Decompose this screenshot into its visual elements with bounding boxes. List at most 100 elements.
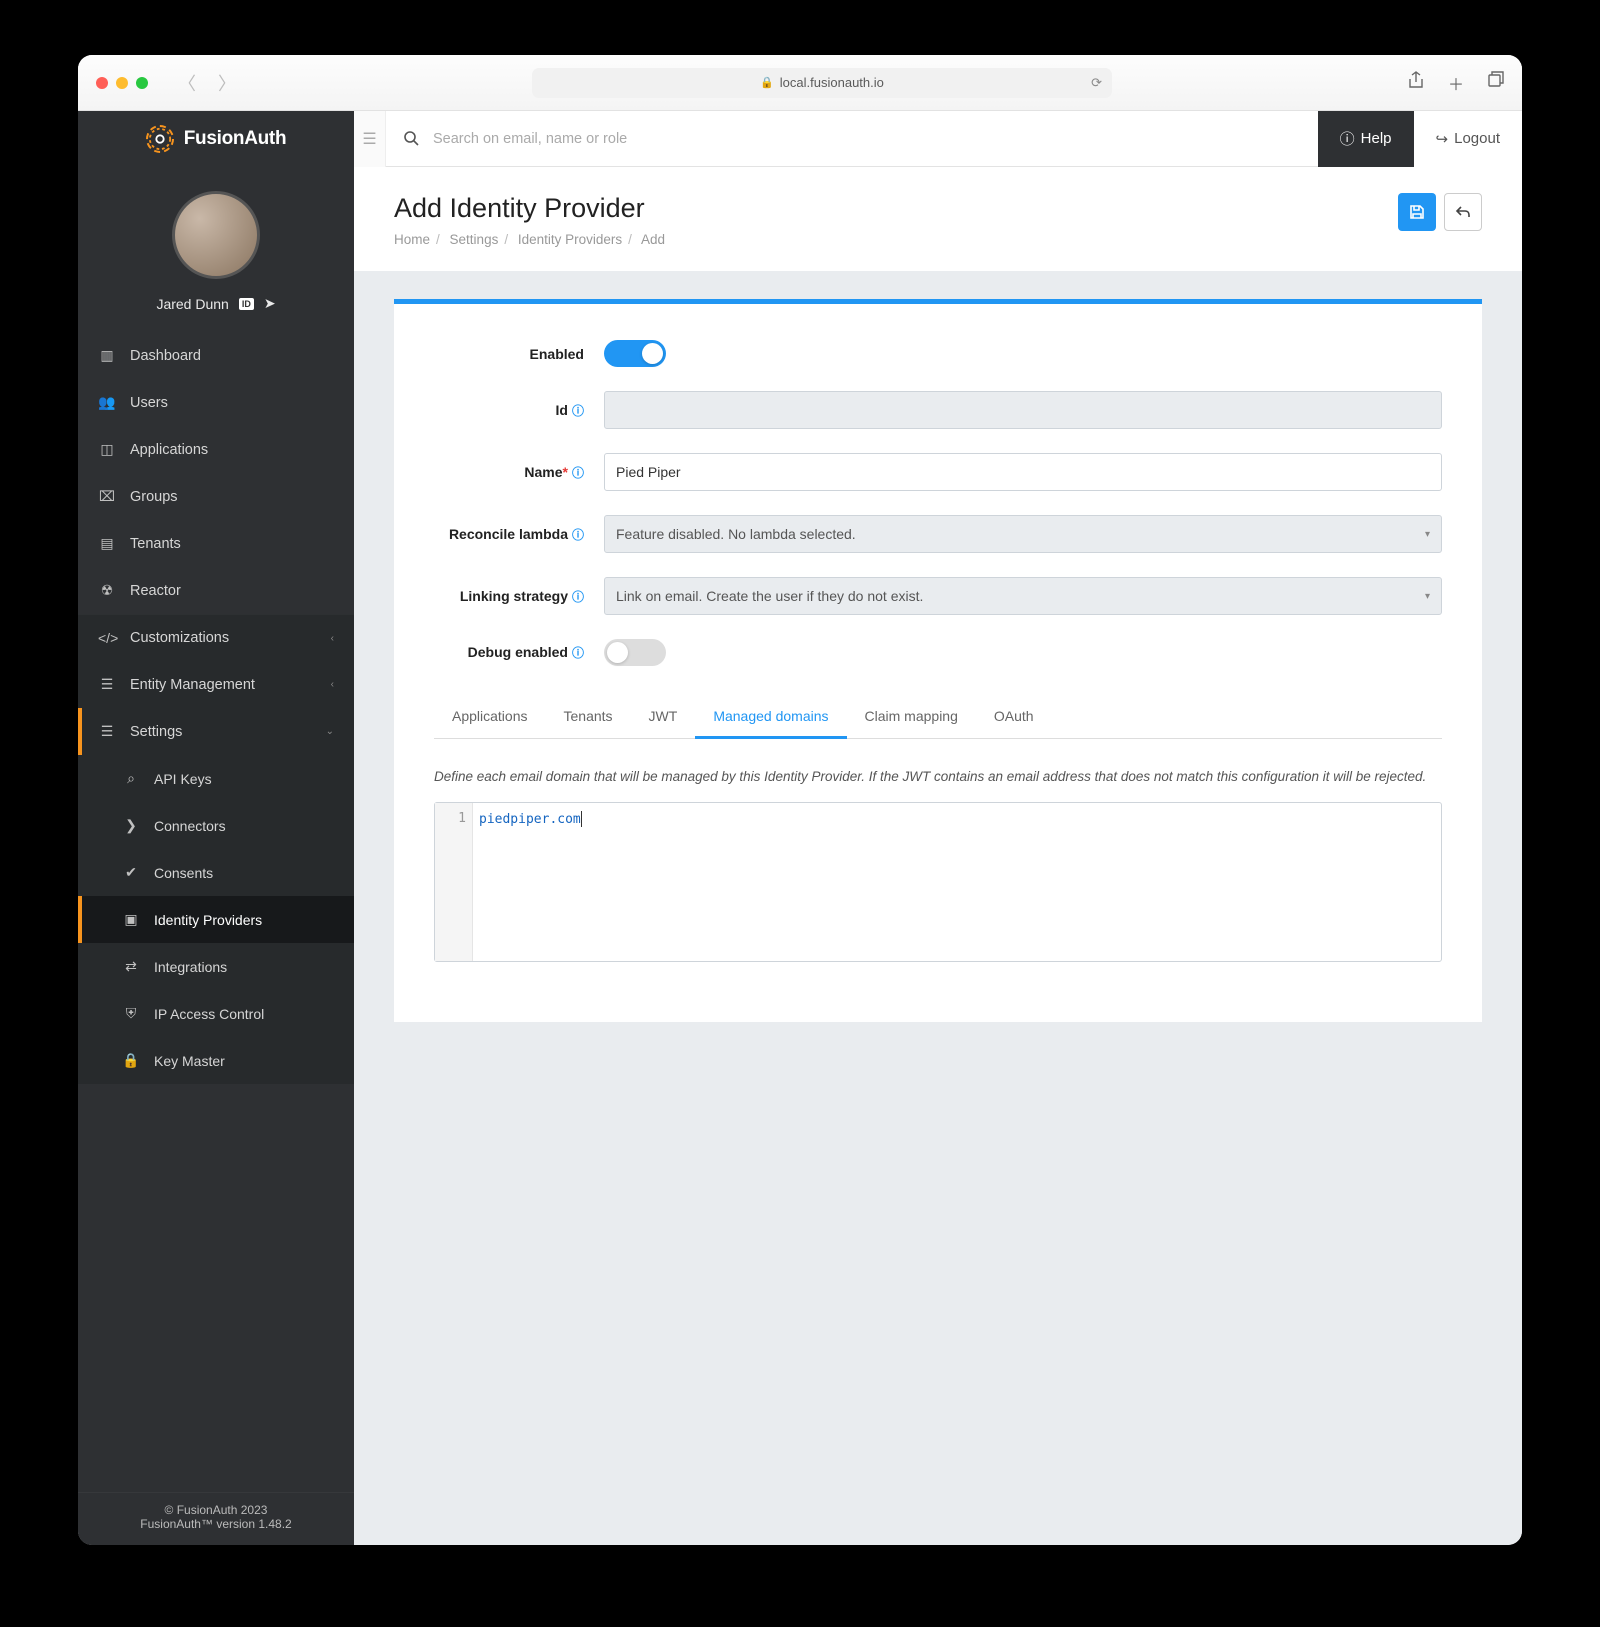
info-icon[interactable]: ⓘ <box>572 528 584 542</box>
info-icon[interactable]: ⓘ <box>572 466 584 480</box>
chevron-down-icon: ▾ <box>1425 591 1430 602</box>
save-button[interactable] <box>1398 193 1436 231</box>
page-header: Add Identity Provider Home/ Settings/ Id… <box>354 167 1522 271</box>
info-icon[interactable]: ⓘ <box>572 646 584 660</box>
reconcile-lambda-select[interactable]: Feature disabled. No lambda selected.▾ <box>604 515 1442 553</box>
share-icon[interactable] <box>1408 71 1424 95</box>
search-input[interactable] <box>433 131 733 147</box>
sidebar-item-api-keys[interactable]: ⌕API Keys <box>78 755 354 802</box>
users-icon: 👥 <box>98 394 116 411</box>
sidebar-item-ip-access[interactable]: ⛨ IP Access Control <box>78 990 354 1037</box>
sidebar-item-label: IP Access Control <box>154 1006 264 1022</box>
crumb-home[interactable]: Home <box>394 232 430 247</box>
tab-oauth[interactable]: OAuth <box>976 696 1052 738</box>
sidebar-item-customizations[interactable]: </>Customizations‹ <box>78 615 354 661</box>
back-button[interactable] <box>1444 193 1482 231</box>
maximize-window-icon[interactable] <box>136 77 148 89</box>
sidebar-item-label: Applications <box>130 442 208 458</box>
exchange-icon: ⇄ <box>122 958 140 975</box>
sidebar-item-applications[interactable]: ◫Applications <box>78 426 354 473</box>
name-label: Name <box>524 464 562 480</box>
logout-button[interactable]: ↪Logout <box>1414 111 1522 167</box>
sidebar-item-integrations[interactable]: ⇄ Integrations <box>78 943 354 990</box>
sidebar-item-label: Entity Management <box>130 677 255 693</box>
tab-managed-domains[interactable]: Managed domains <box>695 696 846 739</box>
sidebar-item-connectors[interactable]: ❯Connectors <box>78 802 354 849</box>
sidebar-item-label: Tenants <box>130 536 181 552</box>
url-text: local.fusionauth.io <box>780 75 884 90</box>
close-window-icon[interactable] <box>96 77 108 89</box>
crumb-add[interactable]: Add <box>641 232 665 247</box>
crumb-settings[interactable]: Settings <box>450 232 499 247</box>
sidebar-item-identity-providers[interactable]: ▣Identity Providers <box>78 896 354 943</box>
line-number: 1 <box>458 811 466 826</box>
id-card-icon[interactable]: ID <box>239 298 254 310</box>
sidebar-item-dashboard[interactable]: ▥ Dashboard <box>78 332 354 379</box>
browser-back-icon[interactable]: 〈 <box>178 70 196 96</box>
browser-forward-icon[interactable]: 〉 <box>218 70 236 96</box>
sidebar-item-label: Dashboard <box>130 348 201 364</box>
managed-domains-editor[interactable]: 1 piedpiper.com <box>434 802 1442 962</box>
window-controls[interactable] <box>96 77 148 89</box>
sidebar-item-label: Key Master <box>154 1053 225 1069</box>
tab-applications[interactable]: Applications <box>434 696 546 738</box>
server-icon: ☰ <box>98 676 116 693</box>
enabled-toggle[interactable] <box>604 340 666 367</box>
help-button[interactable]: ⓘHelp <box>1318 111 1414 167</box>
sidebar-item-entity-management[interactable]: ☰ Entity Management ‹ <box>78 661 354 708</box>
sidebar-item-label: Connectors <box>154 818 226 834</box>
editor-content: piedpiper.com <box>479 812 581 827</box>
name-input[interactable] <box>604 453 1442 491</box>
chevron-down-icon: ▾ <box>1425 529 1430 540</box>
sidebar-item-key-master[interactable]: 🔒Key Master <box>78 1037 354 1084</box>
tab-tenants[interactable]: Tenants <box>546 696 631 738</box>
version: FusionAuth™ version 1.48.2 <box>78 1517 354 1531</box>
tabs-overview-icon[interactable] <box>1488 71 1504 95</box>
sidebar-item-label: Groups <box>130 489 178 505</box>
address-bar[interactable]: 🔒 local.fusionauth.io ⟳ <box>532 68 1112 98</box>
user-name: Jared Dunn <box>156 296 228 312</box>
form-panel: Enabled Idⓘ Name*ⓘ Reconcile lambdaⓘ Fea… <box>394 299 1482 1022</box>
reconcile-label: Reconcile lambda <box>449 526 568 542</box>
sign-out-icon: ↪ <box>1436 130 1449 148</box>
crumb-identity-providers[interactable]: Identity Providers <box>518 232 622 247</box>
sidebar-item-groups[interactable]: ⌧Groups <box>78 473 354 520</box>
id-input[interactable] <box>604 391 1442 429</box>
page-title: Add Identity Provider <box>394 193 665 224</box>
browser-toolbar: 〈 〉 🔒 local.fusionauth.io ⟳ ＋ <box>78 55 1522 111</box>
select-value: Link on email. Create the user if they d… <box>616 588 923 604</box>
sidebar-item-label: Settings <box>130 724 182 740</box>
chevron-left-icon: ‹ <box>331 679 334 690</box>
linking-strategy-select[interactable]: Link on email. Create the user if they d… <box>604 577 1442 615</box>
sidebar-item-consents[interactable]: ✔Consents <box>78 849 354 896</box>
sidebar-item-tenants[interactable]: ▤Tenants <box>78 520 354 567</box>
sidebar-item-label: Users <box>130 395 168 411</box>
logo-icon <box>146 125 174 153</box>
id-label: Id <box>556 402 568 418</box>
reload-icon[interactable]: ⟳ <box>1091 75 1102 91</box>
tab-claim-mapping[interactable]: Claim mapping <box>847 696 976 738</box>
avatar[interactable] <box>172 191 260 279</box>
shield-icon: ⛨ <box>122 1005 140 1022</box>
debug-toggle[interactable] <box>604 639 666 666</box>
dashboard-icon: ▥ <box>98 347 116 364</box>
sidebar-item-users[interactable]: 👥 Users <box>78 379 354 426</box>
info-icon[interactable]: ⓘ <box>572 590 584 604</box>
topbar: ☰ ⓘHelp ↪Logout <box>354 111 1522 167</box>
tab-jwt[interactable]: JWT <box>631 696 696 738</box>
sidebar-item-label: Integrations <box>154 959 227 975</box>
chevron-down-icon: ⌄ <box>326 726 334 737</box>
new-tab-icon[interactable]: ＋ <box>1448 71 1464 95</box>
sidebar-item-reactor[interactable]: ☢Reactor <box>78 567 354 614</box>
sidebar-footer: © FusionAuth 2023 FusionAuth™ version 1.… <box>78 1492 354 1545</box>
location-arrow-icon[interactable]: ➤ <box>264 295 276 312</box>
sidebar-item-label: Customizations <box>130 630 229 646</box>
minimize-window-icon[interactable] <box>116 77 128 89</box>
info-icon[interactable]: ⓘ <box>572 404 584 418</box>
tabs: Applications Tenants JWT Managed domains… <box>434 696 1442 739</box>
sidebar: FusionAuth Jared Dunn ID ➤ ▥Dashboard 👥U… <box>78 111 354 1545</box>
sidebar-item-label: API Keys <box>154 771 212 787</box>
sidebar-item-settings[interactable]: ☰Settings⌄ <box>78 708 354 755</box>
breadcrumb: Home/ Settings/ Identity Providers/ Add <box>394 232 665 247</box>
sidebar-toggle-icon[interactable]: ☰ <box>354 111 386 167</box>
